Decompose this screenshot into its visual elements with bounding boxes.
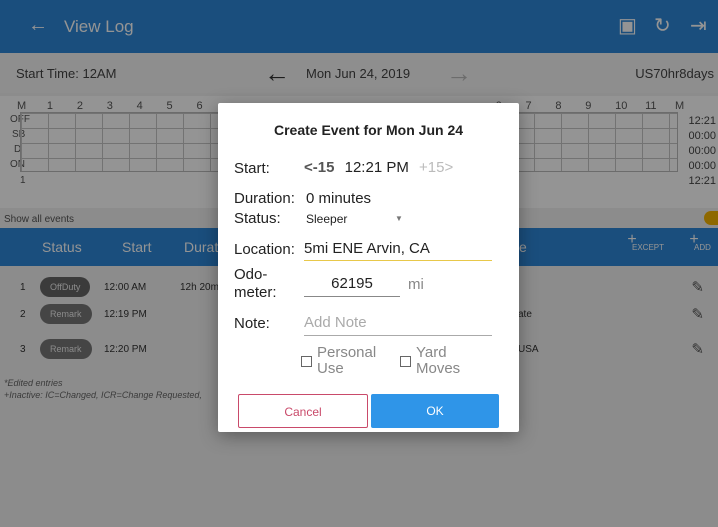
status-label: Status: bbox=[234, 210, 281, 227]
minus-15-button[interactable]: <-15 bbox=[304, 159, 334, 176]
location-label: Location: bbox=[234, 241, 295, 258]
plus-15-button[interactable]: +15> bbox=[419, 159, 453, 176]
odometer-unit: mi bbox=[408, 276, 424, 293]
note-label: Note: bbox=[234, 315, 270, 332]
duration-label: Duration: bbox=[234, 190, 295, 207]
odometer-label-line2: meter: bbox=[234, 284, 277, 301]
note-input[interactable]: Add Note bbox=[304, 314, 492, 336]
start-time-stepper: <-15 12:21 PM +15> bbox=[304, 159, 453, 176]
create-event-dialog: Create Event for Mon Jun 24 Start: <-15 … bbox=[218, 103, 519, 432]
ok-button[interactable]: OK bbox=[371, 394, 499, 428]
odometer-input[interactable]: 62195 bbox=[304, 275, 400, 297]
chevron-down-icon[interactable]: ▼ bbox=[395, 214, 403, 223]
status-select[interactable]: Sleeper bbox=[306, 212, 347, 226]
checkbox-square[interactable] bbox=[301, 356, 312, 367]
start-label: Start: bbox=[234, 160, 270, 177]
cancel-button[interactable]: Cancel bbox=[238, 394, 368, 428]
duration-value: 0 minutes bbox=[306, 190, 372, 207]
location-input[interactable]: 5mi ENE Arvin, CA bbox=[304, 240, 492, 261]
checkbox-square[interactable] bbox=[400, 356, 411, 367]
start-time-value: 12:21 PM bbox=[344, 159, 409, 176]
dialog-title: Create Event for Mon Jun 24 bbox=[273, 122, 464, 138]
odometer-label-line1: Odo- bbox=[234, 266, 268, 283]
